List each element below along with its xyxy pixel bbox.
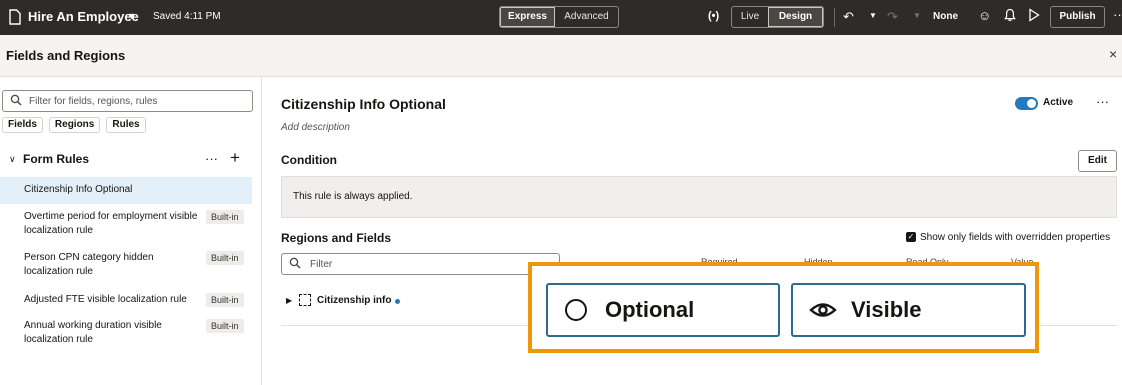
rule-item[interactable]: Adjusted FTE visible localization rule B… xyxy=(0,292,252,308)
optional-pill[interactable]: Optional xyxy=(546,283,780,337)
visible-pill[interactable]: Visible xyxy=(791,283,1026,337)
preview-play-icon[interactable] xyxy=(1028,8,1040,22)
form-rules-header: ∨ Form Rules ··· + xyxy=(9,148,249,169)
mode-switch: Express Advanced xyxy=(499,6,619,28)
built-in-badge: Built-in xyxy=(206,319,244,333)
undo-dropdown-icon[interactable]: ▼ xyxy=(869,11,877,20)
search-box xyxy=(2,90,253,112)
visible-label: Visible xyxy=(851,297,922,322)
active-label: Active xyxy=(1043,97,1074,108)
rule-label: Annual working duration visible localiza… xyxy=(24,320,162,345)
code-brackets-icon[interactable]: (•) xyxy=(708,10,719,22)
undo-icon[interactable]: ↶ xyxy=(843,9,854,25)
search-icon xyxy=(10,94,22,106)
rule-label: Adjusted FTE visible localization rule xyxy=(24,294,187,305)
redo-icon[interactable]: ↷ xyxy=(887,9,898,25)
built-in-badge: Built-in xyxy=(206,293,244,307)
more-options-icon[interactable]: ·· xyxy=(1113,7,1122,22)
bell-icon[interactable] xyxy=(1004,8,1016,22)
modified-indicator-dot xyxy=(395,299,400,304)
chip-regions[interactable]: Regions xyxy=(48,117,101,133)
property-callout: Optional Visible xyxy=(528,262,1039,353)
rule-item[interactable]: Annual working duration visible localiza… xyxy=(0,319,252,349)
saved-status: Saved 4:11 PM xyxy=(153,11,221,22)
live-option[interactable]: Live xyxy=(732,7,768,27)
rule-item[interactable]: Person CPN category hidden localization … xyxy=(0,251,252,281)
advanced-option[interactable]: Advanced xyxy=(555,7,618,27)
chip-fields[interactable]: Fields xyxy=(2,117,43,133)
show-only-label[interactable]: Show only fields with overridden propert… xyxy=(920,232,1110,243)
add-description-link[interactable]: Add description xyxy=(281,122,350,133)
condition-heading: Condition xyxy=(281,153,337,167)
document-icon xyxy=(9,9,21,25)
rule-more-icon[interactable]: ··· xyxy=(1096,94,1109,109)
filter-chips: Fields Regions Rules xyxy=(2,117,146,133)
rule-label: Citizenship Info Optional xyxy=(24,184,133,195)
edit-button[interactable]: Edit xyxy=(1078,150,1117,172)
rule-item[interactable]: Citizenship Info Optional xyxy=(0,177,252,204)
form-rules-title[interactable]: Form Rules xyxy=(23,152,89,166)
field-filter-box xyxy=(281,253,560,275)
design-option[interactable]: Design xyxy=(768,7,823,27)
smiley-icon[interactable]: ☺ xyxy=(978,8,991,23)
rule-title: Citizenship Info Optional xyxy=(281,96,446,112)
eye-icon xyxy=(809,303,837,317)
left-pane: Fields Regions Rules ∨ Form Rules ··· + … xyxy=(0,77,262,385)
active-toggle[interactable] xyxy=(1015,97,1038,110)
redo-dropdown-icon[interactable]: ▼ xyxy=(913,11,921,20)
form-rules-more-icon[interactable]: ··· xyxy=(205,151,218,166)
rule-item[interactable]: Overtime period for employment visible l… xyxy=(0,209,252,239)
chip-rules[interactable]: Rules xyxy=(106,117,146,133)
chevron-down-icon[interactable]: ∨ xyxy=(9,154,16,165)
regions-fields-heading: Regions and Fields xyxy=(281,231,392,245)
optional-label: Optional xyxy=(605,297,695,322)
rule-label: Person CPN category hidden localization … xyxy=(24,252,154,277)
field-filter-input[interactable] xyxy=(310,256,550,272)
search-input[interactable] xyxy=(29,93,249,109)
search-icon xyxy=(289,257,301,269)
panel-header: Fields and Regions × xyxy=(0,35,1122,77)
show-only-checkbox[interactable]: ✓ xyxy=(906,232,916,242)
toolbar-divider xyxy=(834,8,835,27)
view-switch: Live Design xyxy=(731,6,824,28)
close-icon[interactable]: × xyxy=(1109,46,1117,62)
region-label: Citizenship info xyxy=(317,295,392,306)
expand-arrow-icon[interactable]: ▶ xyxy=(286,296,292,305)
add-rule-icon[interactable]: + xyxy=(230,148,240,168)
region-icon xyxy=(299,294,311,306)
condition-text: This rule is always applied. xyxy=(293,191,413,202)
express-option[interactable]: Express xyxy=(500,7,555,27)
built-in-badge: Built-in xyxy=(206,210,244,224)
rule-label: Overtime period for employment visible l… xyxy=(24,211,198,236)
optional-circle-icon xyxy=(565,299,587,321)
app-title[interactable]: Hire An Employee xyxy=(28,9,139,24)
title-dropdown-icon[interactable]: ▼ xyxy=(127,11,136,21)
top-bar: Hire An Employee ▼ Saved 4:11 PM Express… xyxy=(0,0,1122,35)
built-in-badge: Built-in xyxy=(206,251,244,265)
publish-button[interactable]: Publish xyxy=(1050,6,1105,28)
panel-title: Fields and Regions xyxy=(6,48,126,63)
condition-box: This rule is always applied. xyxy=(281,176,1117,218)
none-selector[interactable]: None xyxy=(933,11,958,22)
